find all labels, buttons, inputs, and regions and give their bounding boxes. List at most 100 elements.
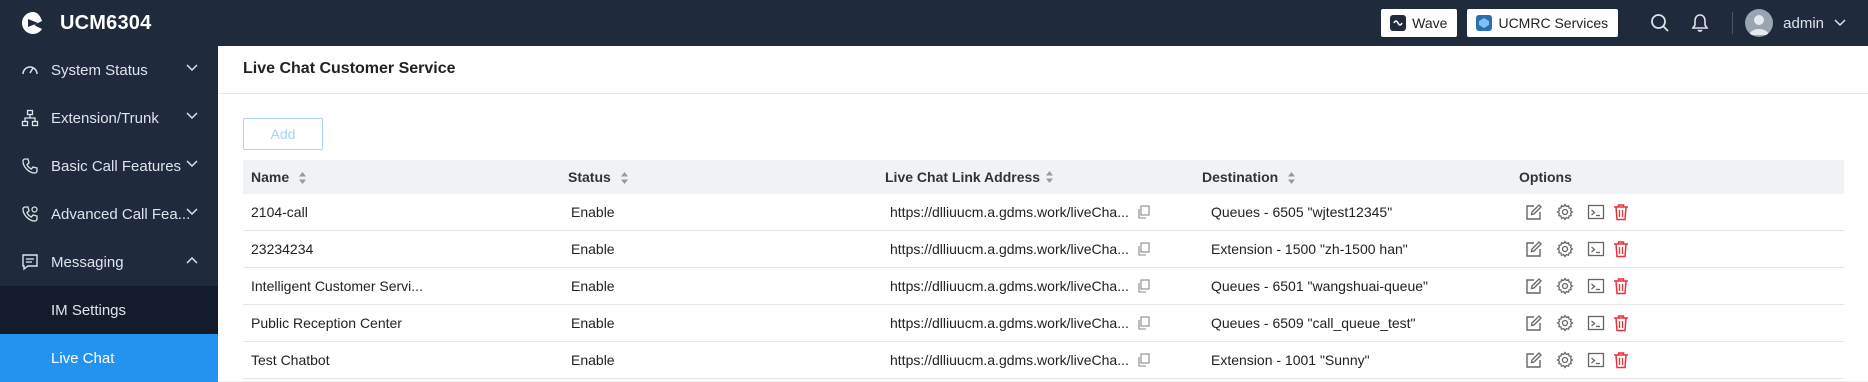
- edit-button[interactable]: [1523, 275, 1545, 297]
- title-divider: [218, 93, 1868, 94]
- add-button[interactable]: Add: [243, 118, 323, 150]
- gear-icon: [1556, 240, 1574, 258]
- cell-options: [1511, 201, 1844, 223]
- cell-status: Enable: [560, 278, 877, 294]
- copy-button[interactable]: [1137, 316, 1151, 330]
- settings-button[interactable]: [1554, 238, 1576, 260]
- row-link[interactable]: https://dlliuucm.a.gdms.work/liveCha...: [890, 352, 1129, 368]
- settings-button[interactable]: [1554, 201, 1576, 223]
- delete-button[interactable]: [1610, 312, 1632, 334]
- logo[interactable]: UCM6304: [20, 10, 151, 36]
- copy-button[interactable]: [1137, 279, 1151, 293]
- terminal-button[interactable]: [1585, 349, 1607, 371]
- delete-button[interactable]: [1610, 275, 1632, 297]
- settings-button[interactable]: [1554, 349, 1576, 371]
- chevron-down-icon: [186, 112, 198, 120]
- column-header-destination[interactable]: Destination: [1194, 169, 1511, 185]
- terminal-button[interactable]: [1585, 275, 1607, 297]
- row-status: Enable: [571, 204, 615, 220]
- cell-link: https://dlliuucm.a.gdms.work/liveCha...: [877, 204, 1194, 220]
- terminal-icon: [1587, 278, 1605, 294]
- search-button[interactable]: [1640, 0, 1680, 46]
- cell-status: Enable: [560, 315, 877, 331]
- copy-icon: [1138, 205, 1150, 219]
- cell-destination: Extension - 1001 "Sunny": [1194, 352, 1511, 368]
- edit-icon: [1526, 204, 1542, 220]
- cell-options: [1511, 275, 1844, 297]
- row-link[interactable]: https://dlliuucm.a.gdms.work/liveCha...: [890, 315, 1129, 331]
- copy-button[interactable]: [1137, 242, 1151, 256]
- sidebar-item-basic-call-features[interactable]: Basic Call Features: [0, 142, 218, 190]
- wave-button[interactable]: Wave: [1381, 9, 1458, 37]
- trash-icon: [1614, 352, 1628, 369]
- row-link[interactable]: https://dlliuucm.a.gdms.work/liveCha...: [890, 241, 1129, 257]
- sidebar-subitem-live-chat[interactable]: Live Chat: [0, 334, 218, 382]
- column-header-status[interactable]: Status: [560, 169, 877, 185]
- edit-icon: [1526, 241, 1542, 257]
- row-name: 2104-call: [251, 204, 308, 220]
- row-link[interactable]: https://dlliuucm.a.gdms.work/liveCha...: [890, 204, 1129, 220]
- sidebar-item-messaging[interactable]: Messaging: [0, 238, 218, 286]
- row-link[interactable]: https://dlliuucm.a.gdms.work/liveCha...: [890, 278, 1129, 294]
- edit-button[interactable]: [1523, 201, 1545, 223]
- chevron-down-icon: [1834, 19, 1846, 27]
- ucmrc-icon: [1476, 15, 1493, 31]
- cell-name: Test Chatbot: [243, 352, 560, 368]
- terminal-button[interactable]: [1585, 238, 1607, 260]
- table-header: Name Status Live Chat Link Address Desti…: [243, 160, 1844, 194]
- page-title: Live Chat Customer Service: [243, 60, 456, 77]
- column-header-link[interactable]: Live Chat Link Address: [877, 169, 1194, 185]
- terminal-button[interactable]: [1585, 201, 1607, 223]
- user-menu[interactable]: admin: [1745, 9, 1846, 37]
- settings-button[interactable]: [1554, 275, 1576, 297]
- gear-icon: [1556, 277, 1574, 295]
- terminal-button[interactable]: [1585, 312, 1607, 334]
- delete-button[interactable]: [1610, 349, 1632, 371]
- edit-icon: [1526, 315, 1542, 331]
- edit-button[interactable]: [1523, 238, 1545, 260]
- edit-button[interactable]: [1523, 312, 1545, 334]
- sidebar-item-extension-trunk[interactable]: Extension/Trunk: [0, 94, 218, 142]
- sidebar-item-label: Basic Call Features: [51, 157, 182, 175]
- table-row: Intelligent Customer Servi... Enable htt…: [243, 268, 1844, 305]
- live-chat-table: Name Status Live Chat Link Address Desti…: [243, 160, 1844, 379]
- row-status: Enable: [571, 241, 615, 257]
- copy-button[interactable]: [1137, 353, 1151, 367]
- trash-icon: [1614, 204, 1628, 221]
- search-icon: [1651, 14, 1669, 32]
- edit-button[interactable]: [1523, 349, 1545, 371]
- trash-icon: [1614, 315, 1628, 332]
- chevron-down-icon: [186, 208, 198, 216]
- brand-name: UCM6304: [60, 11, 152, 34]
- main-content: Live Chat Customer Service Add Name Stat…: [218, 46, 1868, 381]
- sidebar-subitem-label: IM Settings: [51, 301, 127, 319]
- sidebar-subitem-im-settings[interactable]: IM Settings: [0, 286, 218, 334]
- trash-icon: [1614, 278, 1628, 295]
- cell-status: Enable: [560, 204, 877, 220]
- column-header-name[interactable]: Name: [243, 169, 560, 185]
- delete-button[interactable]: [1610, 201, 1632, 223]
- cell-name: Public Reception Center: [243, 315, 560, 331]
- row-status: Enable: [571, 278, 615, 294]
- copy-button[interactable]: [1137, 205, 1151, 219]
- terminal-icon: [1587, 204, 1605, 220]
- cell-destination: Queues - 6505 "wjtest12345": [1194, 204, 1511, 220]
- copy-icon: [1138, 316, 1150, 330]
- wave-label: Wave: [1412, 15, 1448, 31]
- ucmrc-services-button[interactable]: UCMRC Services: [1467, 9, 1619, 37]
- sidebar-item-label: Messaging: [51, 253, 124, 271]
- notifications-button[interactable]: [1680, 0, 1720, 46]
- sidebar-item-system-status[interactable]: System Status: [0, 46, 218, 94]
- copy-icon: [1138, 279, 1150, 293]
- sidebar-item-advanced-call-features[interactable]: Advanced Call Fea...: [0, 190, 218, 238]
- sort-icon: [1046, 171, 1054, 183]
- terminal-icon: [1587, 315, 1605, 331]
- settings-button[interactable]: [1554, 312, 1576, 334]
- table-row: Test Chatbot Enable https://dlliuucm.a.g…: [243, 342, 1844, 379]
- cell-link: https://dlliuucm.a.gdms.work/liveCha...: [877, 241, 1194, 257]
- row-destination: Extension - 1500 "zh-1500 han": [1211, 241, 1408, 257]
- topbar-divider: [1732, 12, 1734, 34]
- delete-button[interactable]: [1610, 238, 1632, 260]
- sidebar-item-label: Advanced Call Fea...: [51, 205, 191, 223]
- trash-icon: [1614, 241, 1628, 258]
